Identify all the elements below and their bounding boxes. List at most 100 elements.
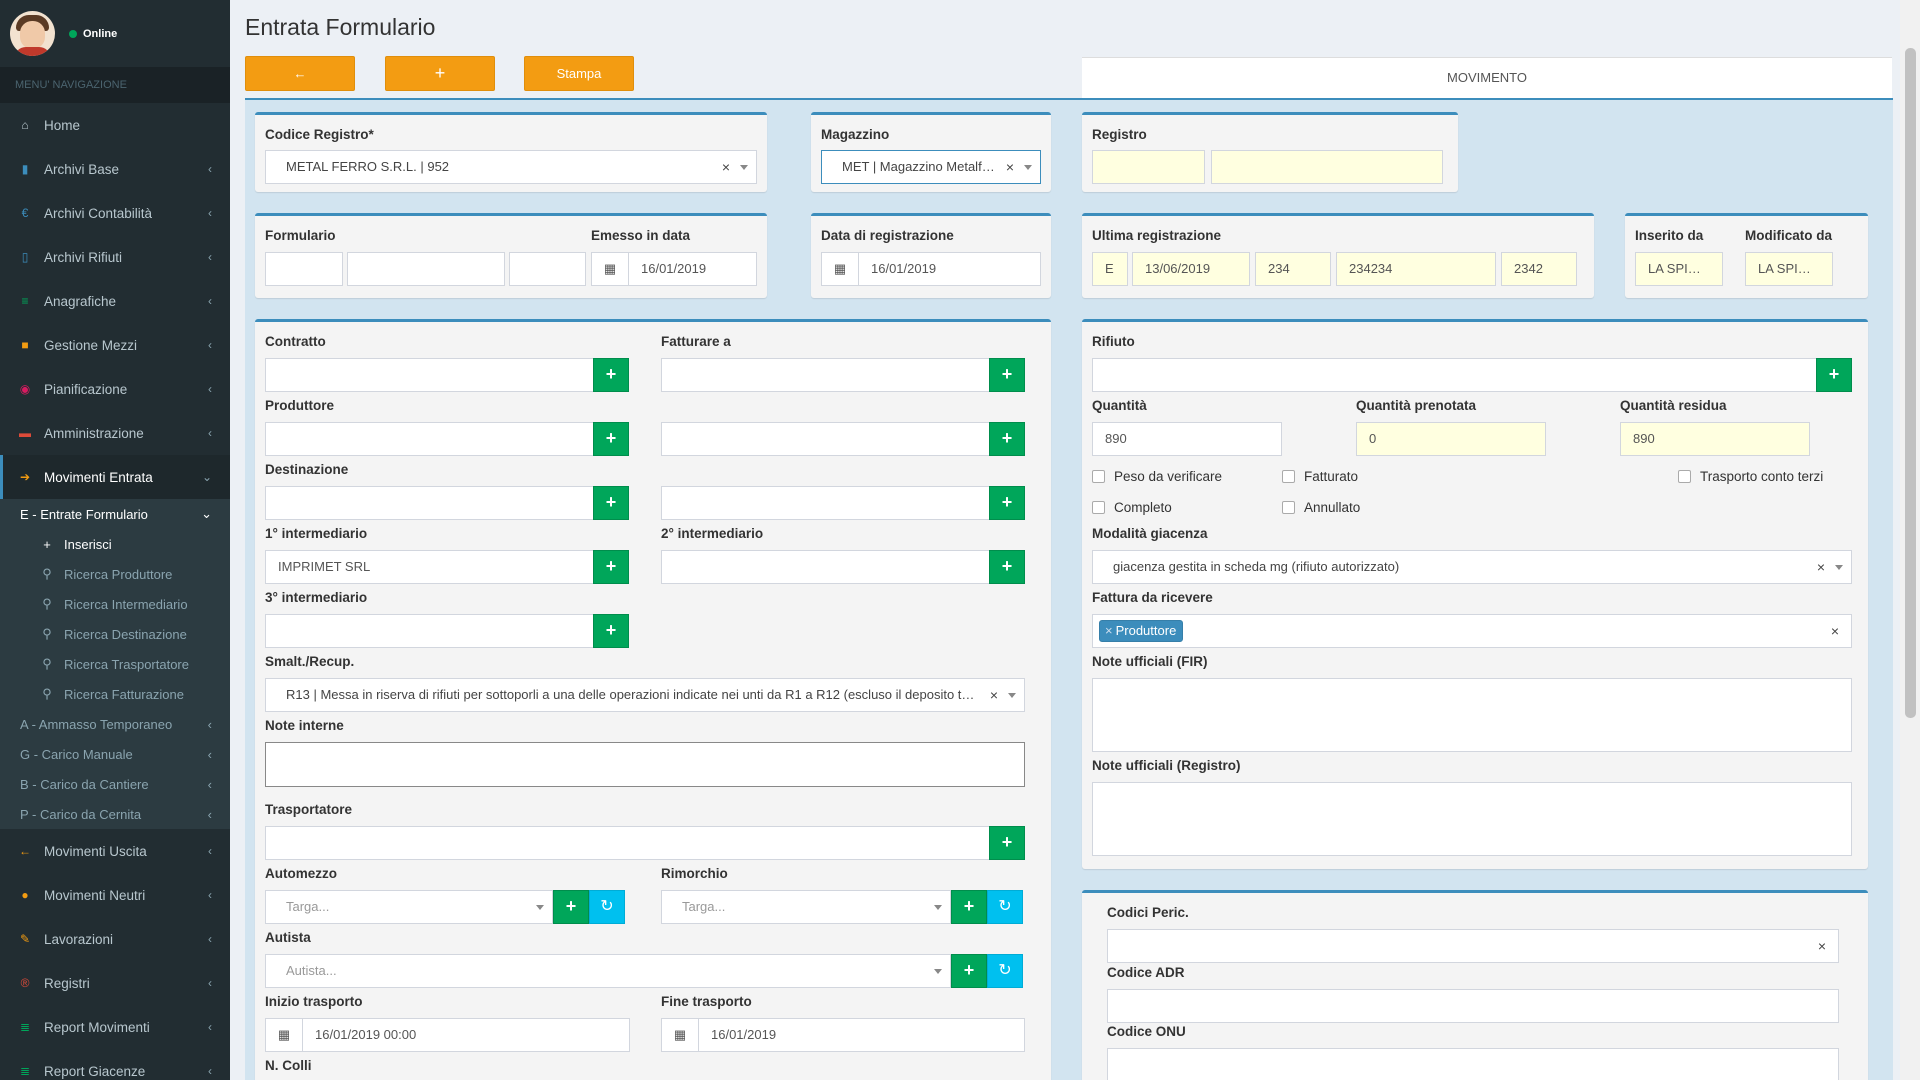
sidebar-item-movimenti-neutri[interactable]: ● Movimenti Neutri ‹ [0,873,230,917]
refresh-rimorchio-button[interactable]: ↻ [987,890,1023,924]
remove-tag-icon[interactable]: × [1105,623,1113,638]
chk-peso-verificare[interactable]: Peso da verificare [1092,469,1222,484]
inizio-field[interactable]: 16/01/2019 00:00 [302,1018,630,1052]
chk-trasporto-terzi[interactable]: Trasporto conto terzi [1678,469,1823,484]
sub-item-entrate-formulario[interactable]: E - Entrate Formulario ⌄ [0,499,230,529]
sidebar-item-anagrafiche[interactable]: ≡ Anagrafiche ‹ [0,279,230,323]
clear-icon[interactable]: × [1831,615,1839,647]
rimorchio-select[interactable]: Targa... [661,890,951,924]
add-rimorchio-button[interactable]: + [951,890,987,924]
note-reg-textarea[interactable] [1092,782,1852,856]
trasportatore-field[interactable] [265,826,991,860]
add-produttore-sede-button[interactable]: + [989,422,1025,456]
calendar-icon[interactable]: ▦ [661,1018,699,1052]
ultima-reg-num1[interactable]: 234 [1255,252,1331,286]
add-rifiuto-button[interactable]: + [1816,358,1852,392]
subsub-item-inserisci[interactable]: + Inserisci [0,529,230,559]
note-interne-textarea[interactable] [265,742,1025,787]
codici-peric-select[interactable]: × [1107,929,1839,963]
sub-item-carico-manuale[interactable]: G - Carico Manuale ‹ [0,739,230,769]
fattura-tag-produttore[interactable]: × Produttore [1099,620,1184,642]
intermediario3-field[interactable] [265,614,595,648]
contratto-field[interactable] [265,358,595,392]
intermediario1-field[interactable]: IMPRIMET SRL [265,550,595,584]
add-destinazione-button[interactable]: + [593,486,629,520]
calendar-icon[interactable]: ▦ [821,252,859,286]
inserito-field[interactable]: LA SPINA CARMELO [1635,252,1723,286]
checkbox-icon[interactable] [1282,470,1295,483]
quantita-field[interactable]: 890 [1092,422,1282,456]
codice-adr-field[interactable] [1107,989,1839,1023]
sub-item-carico-cantiere[interactable]: B - Carico da Cantiere ‹ [0,769,230,799]
registro-field-1[interactable] [1092,150,1205,184]
registro-field-2[interactable] [1211,150,1443,184]
sidebar-item-archivi-rifiuti[interactable]: ▯ Archivi Rifiuti ‹ [0,235,230,279]
sidebar-item-amministrazione[interactable]: ▬ Amministrazione ‹ [0,411,230,455]
scrollbar-thumb[interactable] [1905,48,1916,718]
produttore-field[interactable] [265,422,595,456]
chk-annullato[interactable]: Annullato [1282,500,1360,515]
autista-select[interactable]: Autista... [265,954,951,988]
formulario-extra-field[interactable] [509,252,586,286]
emesso-field[interactable]: 16/01/2019 [628,252,757,286]
sidebar-item-registri[interactable]: ® Registri ‹ [0,961,230,1005]
formulario-serie-field[interactable] [265,252,343,286]
sidebar-item-archivi-contabilita[interactable]: € Archivi Contabilità ‹ [0,191,230,235]
sidebar-item-gestione-mezzi[interactable]: ■ Gestione Mezzi ‹ [0,323,230,367]
add-fatturare-button[interactable]: + [989,358,1025,392]
sidebar-item-home[interactable]: ⌂ Home [0,103,230,147]
sidebar-item-report-movimenti[interactable]: ≣ Report Movimenti ‹ [0,1005,230,1049]
modalita-select[interactable]: giacenza gestita in scheda mg (rifiuto a… [1092,550,1852,584]
subsub-item-ricerca-destinazione[interactable]: ⚲ Ricerca Destinazione [0,619,230,649]
rifiuto-field[interactable] [1092,358,1818,392]
sidebar-item-movimenti-entrata[interactable]: ➔ Movimenti Entrata ⌄ [0,455,230,499]
automezzo-select[interactable]: Targa... [265,890,553,924]
fattura-multiselect[interactable]: × [1092,614,1852,648]
sidebar-item-movimenti-uscita[interactable]: ← Movimenti Uscita ‹ [0,829,230,873]
sub-item-carico-cernita[interactable]: P - Carico da Cernita ‹ [0,799,230,829]
ultima-reg-num2[interactable]: 234234 [1336,252,1496,286]
clear-icon[interactable]: × [1817,551,1825,583]
add-automezzo-button[interactable]: + [553,890,589,924]
clear-icon[interactable]: × [722,151,730,183]
sub-item-ammasso[interactable]: A - Ammasso Temporaneo ‹ [0,709,230,739]
destinazione-sede-field[interactable] [661,486,991,520]
add-intermediario3-button[interactable]: + [593,614,629,648]
intermediario2-field[interactable] [661,550,991,584]
add-autista-button[interactable]: + [951,954,987,988]
add-intermediario2-button[interactable]: + [989,550,1025,584]
magazzino-select[interactable]: MET | Magazzino Metalferro × [821,150,1041,184]
calendar-icon[interactable]: ▦ [265,1018,303,1052]
q-residua-field[interactable]: 890 [1620,422,1810,456]
add-destinazione-sede-button[interactable]: + [989,486,1025,520]
checkbox-icon[interactable] [1092,501,1105,514]
back-button[interactable]: ← [245,56,355,91]
ultima-reg-num3[interactable]: 2342 [1501,252,1577,286]
add-intermediario1-button[interactable]: + [593,550,629,584]
subsub-item-ricerca-intermediario[interactable]: ⚲ Ricerca Intermediario [0,589,230,619]
data-reg-field[interactable]: 16/01/2019 [858,252,1041,286]
ultima-reg-data[interactable]: 13/06/2019 [1132,252,1250,286]
tab-movimento[interactable]: MOVIMENTO [1082,57,1892,98]
calendar-icon[interactable]: ▦ [591,252,629,286]
add-trasportatore-button[interactable]: + [989,826,1025,860]
sidebar-item-lavorazioni[interactable]: ✎ Lavorazioni ‹ [0,917,230,961]
sidebar-item-pianificazione[interactable]: ◉ Pianificazione ‹ [0,367,230,411]
ultima-reg-tipo[interactable]: E [1092,252,1128,286]
produttore-sede-field[interactable] [661,422,991,456]
checkbox-icon[interactable] [1678,470,1691,483]
clear-icon[interactable]: × [990,679,998,711]
subsub-item-ricerca-produttore[interactable]: ⚲ Ricerca Produttore [0,559,230,589]
print-button[interactable]: Stampa [524,56,634,91]
q-prenotata-field[interactable]: 0 [1356,422,1546,456]
codice-onu-field[interactable] [1107,1048,1839,1080]
codice-registro-select[interactable]: METAL FERRO S.R.L. | 952 × [265,150,757,184]
subsub-item-ricerca-fatturazione[interactable]: ⚲ Ricerca Fatturazione [0,679,230,709]
clear-icon[interactable]: × [1818,930,1826,962]
note-fir-textarea[interactable] [1092,678,1852,752]
page-scrollbar[interactable] [1900,0,1920,1080]
chk-completo[interactable]: Completo [1092,500,1172,515]
fine-field[interactable]: 16/01/2019 [698,1018,1025,1052]
avatar[interactable] [10,11,55,56]
clear-icon[interactable]: × [1006,151,1014,183]
